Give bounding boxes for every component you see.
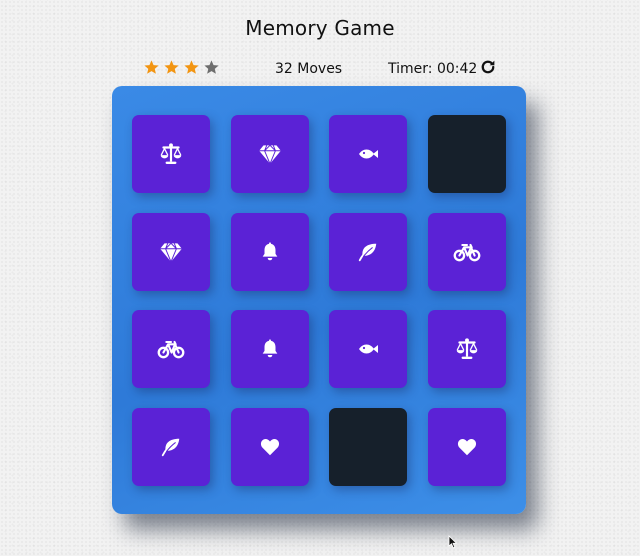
balance-scale-icon <box>160 143 182 164</box>
diamond-icon <box>258 144 281 164</box>
bicycle-icon <box>157 340 185 359</box>
fish-icon <box>359 344 378 354</box>
star-icon <box>204 60 219 74</box>
card-deck <box>112 86 526 514</box>
leaf-icon <box>161 438 180 456</box>
star-icon <box>184 60 199 74</box>
card-leaf[interactable] <box>132 407 210 486</box>
card-hidden[interactable] <box>427 115 506 193</box>
star-icon <box>164 60 179 74</box>
card-heart[interactable] <box>427 407 506 486</box>
card-bell[interactable] <box>230 212 309 291</box>
card-bicycle[interactable] <box>132 310 210 388</box>
heart-icon <box>457 438 476 455</box>
bell-icon <box>262 339 277 358</box>
card-diamond[interactable] <box>132 212 210 291</box>
card-hidden[interactable] <box>329 407 407 486</box>
score-panel: 32 Moves Timer: 00:42 <box>0 58 640 82</box>
redo-icon <box>481 60 495 74</box>
restart-button[interactable] <box>479 58 497 76</box>
card-heart[interactable] <box>230 407 309 486</box>
star-icon <box>144 60 159 74</box>
card-diamond[interactable] <box>230 115 309 193</box>
page-title: Memory Game <box>245 16 395 40</box>
card-fish[interactable] <box>329 115 407 193</box>
leaf-icon <box>358 243 377 261</box>
heart-icon <box>260 438 279 455</box>
timer: Timer: 00:42 <box>388 61 478 77</box>
bell-icon <box>262 241 277 260</box>
moves-counter: 32 Moves <box>275 61 343 77</box>
fish-icon <box>359 149 378 159</box>
star-rating <box>143 59 220 76</box>
bicycle-icon <box>453 243 480 261</box>
card-bicycle[interactable] <box>427 212 506 291</box>
card-bell[interactable] <box>230 310 309 388</box>
mouse-cursor-icon <box>448 535 458 549</box>
card-balance-scale[interactable] <box>427 310 506 388</box>
card-fish[interactable] <box>329 310 407 388</box>
card-balance-scale[interactable] <box>132 115 210 193</box>
diamond-icon <box>160 242 182 262</box>
balance-scale-icon <box>456 338 477 359</box>
card-leaf[interactable] <box>329 212 407 291</box>
